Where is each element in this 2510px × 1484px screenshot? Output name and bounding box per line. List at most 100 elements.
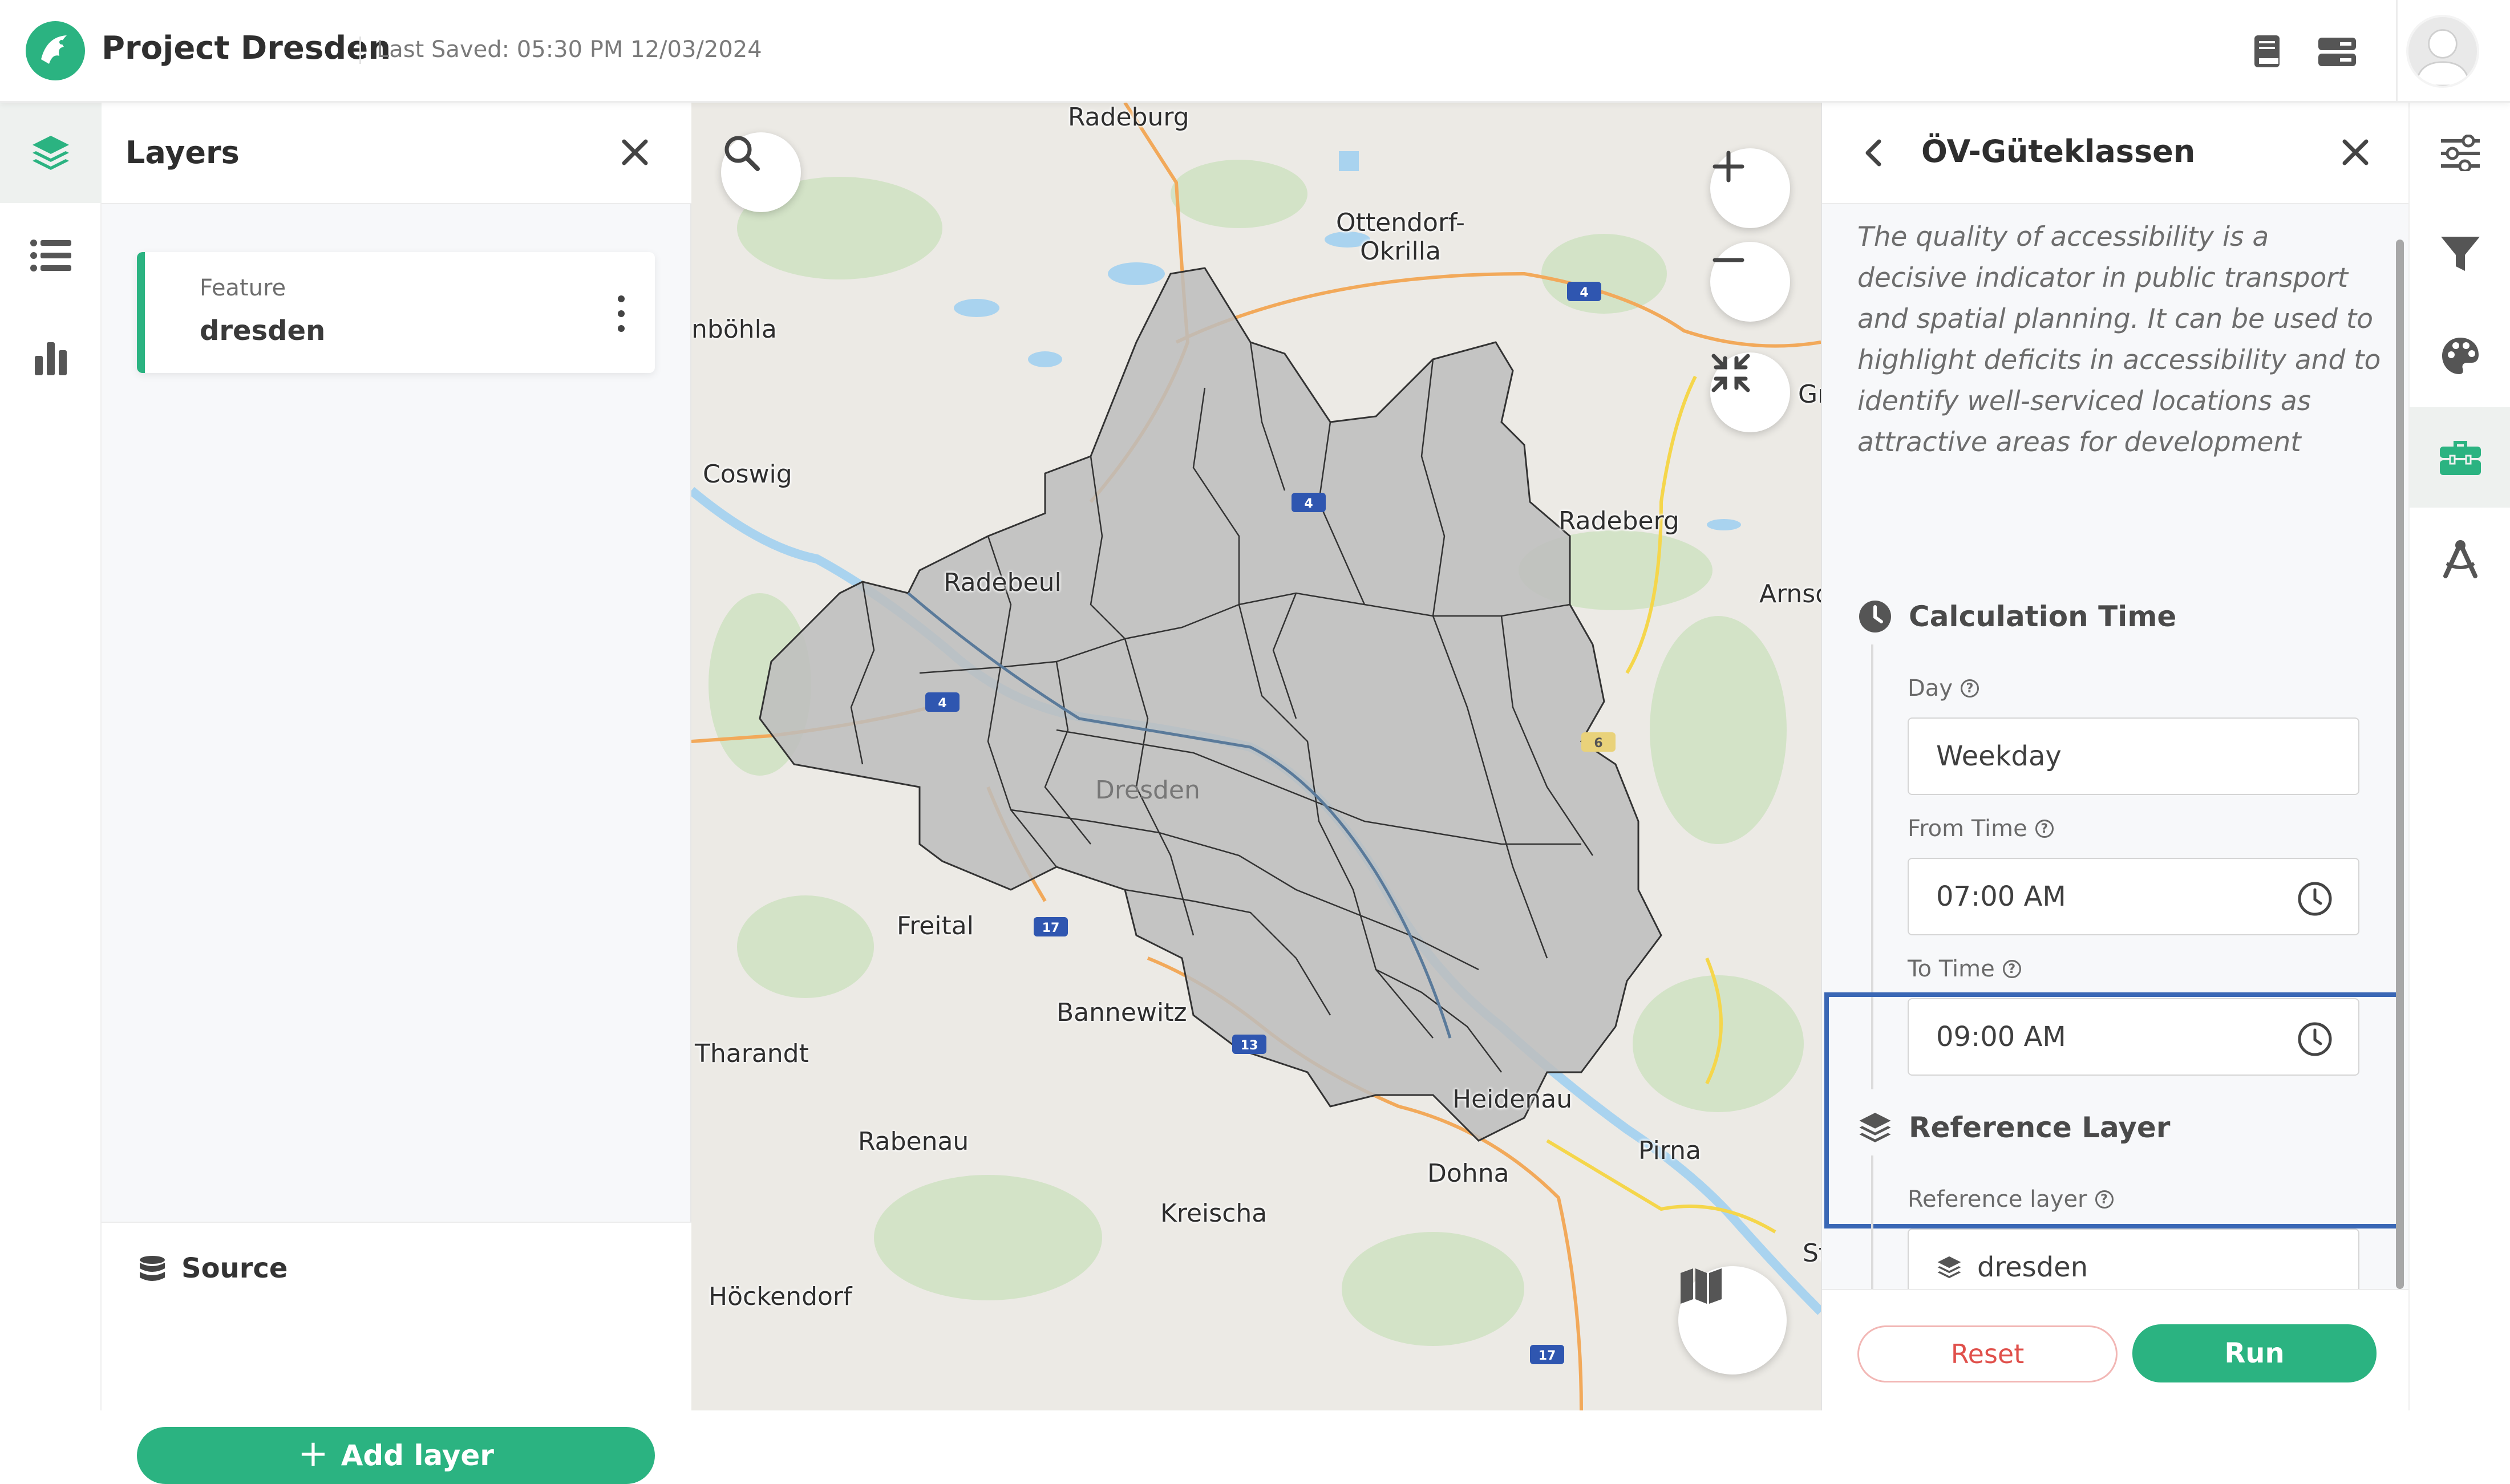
road-shield: 17 xyxy=(1042,921,1060,935)
map-label: Freital xyxy=(897,911,974,940)
map-label: Radeburg xyxy=(1068,103,1189,132)
rail-charts-button[interactable] xyxy=(0,308,102,408)
more-vertical-icon[interactable] xyxy=(613,291,630,336)
clock-icon xyxy=(1859,601,1891,632)
layers-panel-title: Layers xyxy=(126,135,240,171)
map-label: St xyxy=(1803,1239,1821,1268)
road-shield: 4 xyxy=(938,696,946,711)
map-label: Höckendorf xyxy=(709,1282,852,1311)
map-label: Heidenau xyxy=(1452,1085,1573,1114)
map-icon xyxy=(1681,1268,1722,1304)
close-icon[interactable] xyxy=(2335,132,2375,172)
layers-icon xyxy=(1859,1113,1891,1142)
documentation-icon[interactable] xyxy=(2249,33,2285,70)
rail-layers-button[interactable] xyxy=(0,103,102,203)
sliders-icon xyxy=(2441,135,2480,171)
source-section: Source + Add layer xyxy=(102,1222,691,1484)
road-shield: 17 xyxy=(1539,1349,1556,1363)
map-label: Bannewitz xyxy=(1056,998,1187,1027)
map-label: Rabenau xyxy=(858,1127,969,1156)
map-label: Ottendorf- Okrilla xyxy=(1336,208,1465,266)
map-label: Dohna xyxy=(1427,1159,1509,1188)
reference-layer-label: Reference layer ? xyxy=(1908,1186,2114,1213)
from-time-input[interactable]: 07:00 AM xyxy=(1908,858,2359,935)
tool-panel-scrollbar[interactable] xyxy=(2396,240,2404,1289)
layer-type-label: Feature xyxy=(200,275,286,301)
left-nav-rail xyxy=(0,103,102,1410)
rail-layer-settings-button[interactable] xyxy=(2410,103,2510,203)
day-select-value: Weekday xyxy=(1936,740,2062,772)
help-icon[interactable]: ? xyxy=(2002,960,2021,978)
map-label: Tharandt xyxy=(695,1039,809,1068)
app-header: Project Dresden Last Saved: 05:30 PM 12/… xyxy=(0,0,2510,103)
search-icon xyxy=(724,136,760,171)
right-tools-rail xyxy=(2408,103,2510,1410)
chevron-left-icon[interactable] xyxy=(1857,136,1892,170)
compass-drafting-icon xyxy=(2443,540,2477,578)
tool-description: The quality of accessibility is a decisi… xyxy=(1857,221,2381,458)
tool-title: ÖV-Güteklassen xyxy=(1921,133,2196,169)
map-canvas[interactable]: 4 4 4 6 17 13 17 Radeburg Ottendorf- Okr… xyxy=(691,103,1821,1410)
reference-layer-label-text: Reference layer xyxy=(1908,1186,2087,1213)
layers-icon xyxy=(1937,1256,1961,1279)
layers-icon xyxy=(33,136,69,170)
to-time-label: To Time ? xyxy=(1908,956,2021,982)
rail-style-button[interactable] xyxy=(2410,306,2510,406)
from-time-label: From Time ? xyxy=(1908,816,2054,842)
plus-icon: + xyxy=(298,1433,329,1475)
rail-filter-button[interactable] xyxy=(2410,204,2510,305)
calculation-time-heading[interactable]: Calculation Time xyxy=(1857,599,2176,634)
goat-logo-icon[interactable] xyxy=(24,19,87,82)
header-divider xyxy=(359,37,361,64)
rail-legend-button[interactable] xyxy=(0,205,102,306)
day-select[interactable]: Weekday xyxy=(1908,717,2359,795)
help-icon[interactable]: ? xyxy=(2095,1190,2114,1209)
map-label: Kreischa xyxy=(1160,1199,1268,1228)
tool-panel: ÖV-Güteklassen The quality of accessibil… xyxy=(1821,103,2410,1410)
reference-layer-value: dresden xyxy=(1977,1251,2088,1283)
reference-layer-heading[interactable]: Reference Layer xyxy=(1857,1110,2170,1145)
layer-name: dresden xyxy=(200,315,326,347)
map-search-button[interactable] xyxy=(721,132,801,212)
fullscreen-exit-button[interactable] xyxy=(1710,352,1790,432)
reference-layer-heading-text: Reference Layer xyxy=(1909,1111,2171,1144)
rail-toolbox-button[interactable] xyxy=(2410,407,2510,508)
jobs-icon[interactable] xyxy=(2317,35,2357,68)
toolbox-icon xyxy=(2440,441,2481,475)
road-shield: 4 xyxy=(1304,497,1313,511)
from-time-label-text: From Time xyxy=(1908,816,2027,842)
user-avatar[interactable] xyxy=(2406,15,2479,88)
reset-button[interactable]: Reset xyxy=(1857,1325,2118,1382)
map-label: Gr xyxy=(1798,380,1821,409)
map-label: Pirna xyxy=(1638,1136,1701,1165)
calculation-time-label: Calculation Time xyxy=(1909,600,2177,633)
palette-icon xyxy=(2442,338,2479,374)
tool-panel-footer: Reset Run xyxy=(1822,1289,2410,1410)
zoom-in-button[interactable] xyxy=(1710,148,1790,228)
map-label: Coswig xyxy=(703,460,792,489)
from-time-value: 07:00 AM xyxy=(1936,881,2066,913)
basemap-button[interactable] xyxy=(1678,1266,1787,1374)
header-divider-vertical xyxy=(2396,0,2398,103)
road-shield: 6 xyxy=(1594,736,1602,751)
close-icon[interactable] xyxy=(615,132,655,172)
run-button[interactable]: Run xyxy=(2132,1324,2377,1382)
day-label-text: Day xyxy=(1908,675,1953,702)
layers-panel-header: Layers xyxy=(102,103,691,204)
road-shield: 13 xyxy=(1241,1039,1258,1053)
map-label: Arnsd xyxy=(1759,579,1821,609)
help-icon[interactable]: ? xyxy=(1960,679,1979,698)
zoom-out-button[interactable] xyxy=(1710,242,1790,322)
rail-scenario-button[interactable] xyxy=(2410,509,2510,609)
layer-item[interactable]: Feature dresden xyxy=(137,252,655,373)
tool-panel-header: ÖV-Güteklassen xyxy=(1822,103,2410,204)
help-icon[interactable]: ? xyxy=(2035,820,2054,838)
minus-icon xyxy=(1713,258,1744,262)
list-icon xyxy=(30,240,71,271)
clock-icon[interactable] xyxy=(2297,881,2333,917)
add-layer-button[interactable]: + Add layer xyxy=(137,1427,655,1484)
compress-icon xyxy=(1711,354,1750,392)
project-title: Project Dresden xyxy=(102,30,391,67)
bar-chart-icon xyxy=(35,342,67,375)
map-label: Radebeul xyxy=(944,568,1062,597)
